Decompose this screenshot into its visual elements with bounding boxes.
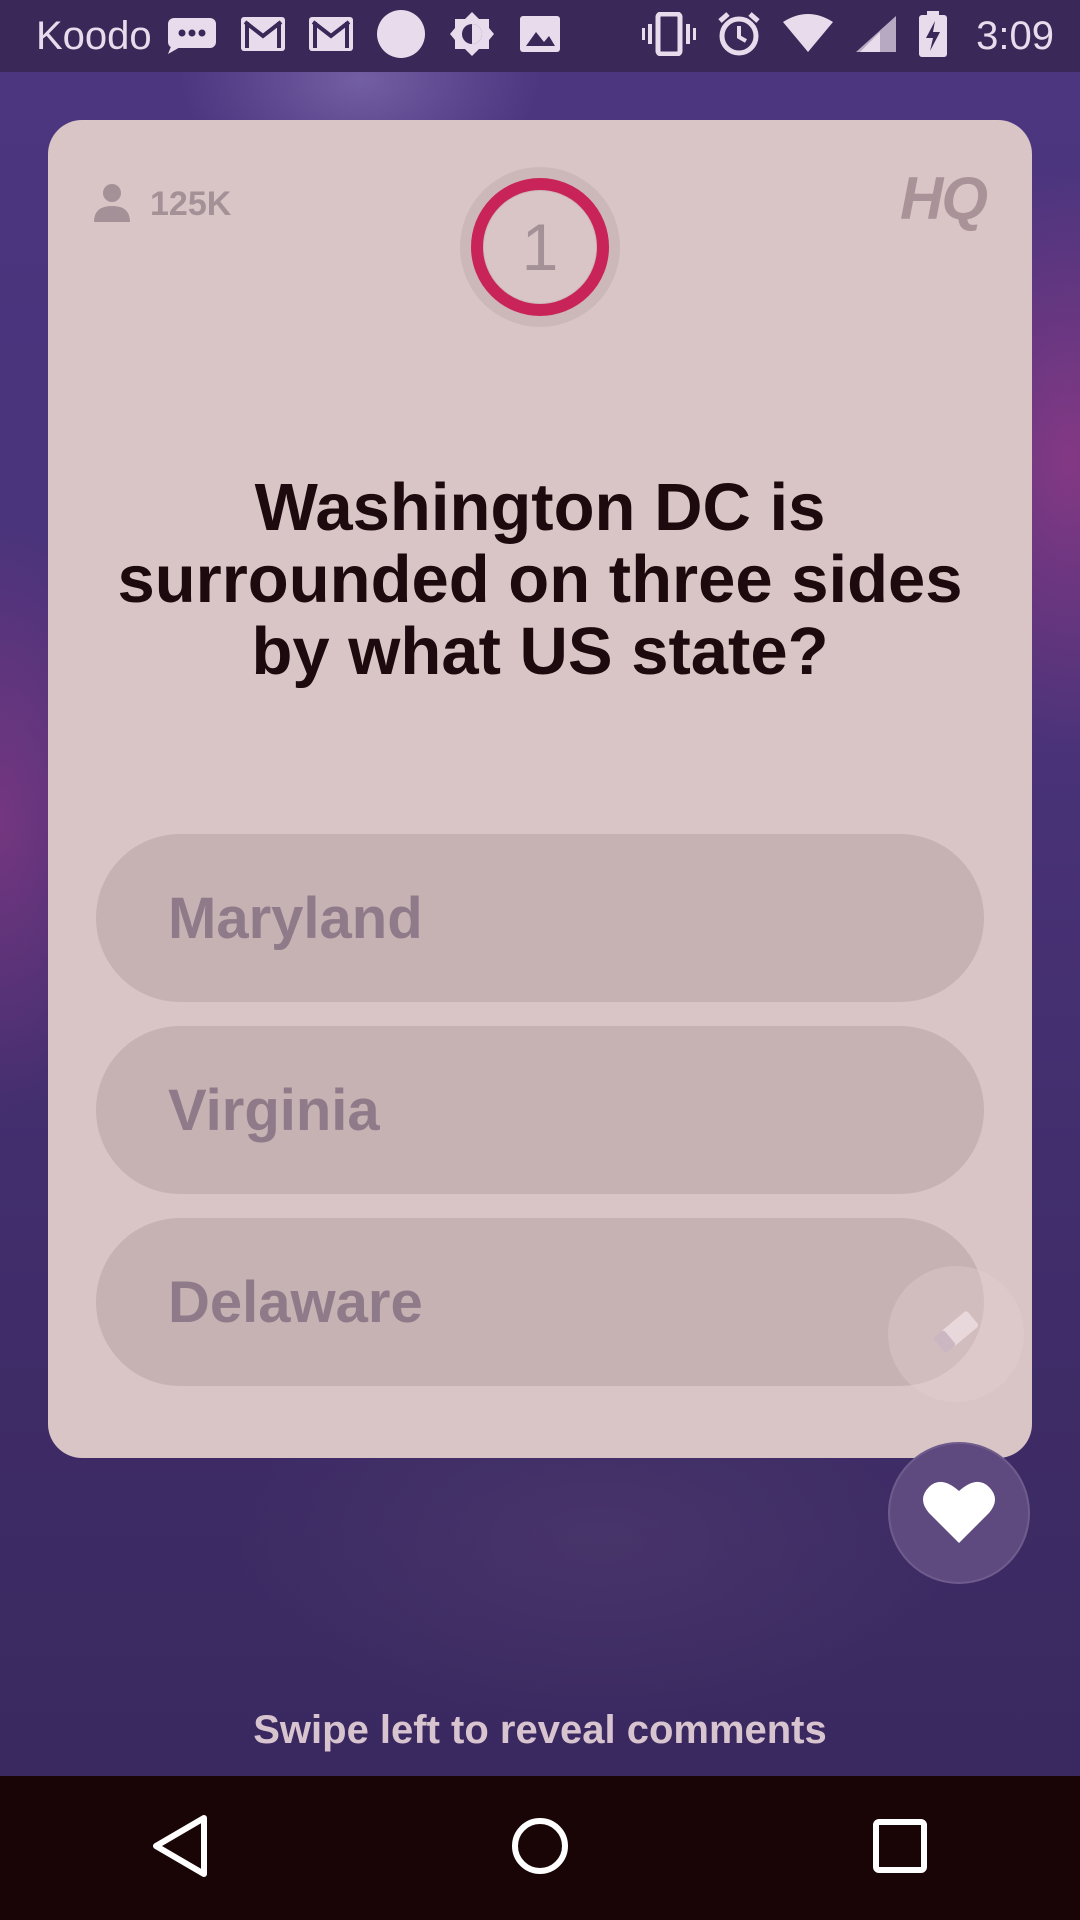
vibrate-icon (642, 11, 697, 61)
battery-charging-icon (918, 10, 948, 62)
hq-logo: HQ (900, 165, 988, 232)
system-icons: 3:09 (642, 10, 1054, 62)
player-count: 125K (92, 182, 231, 227)
clock: 3:09 (976, 13, 1054, 58)
notification-icons (166, 9, 562, 64)
home-button[interactable] (480, 1788, 600, 1908)
swipe-hint: Swipe left to reveal comments (253, 1708, 827, 1752)
signal-icon (854, 14, 898, 59)
answer-option-2[interactable]: Virginia (96, 1026, 984, 1194)
back-button[interactable] (120, 1788, 240, 1908)
heart-button[interactable] (888, 1442, 1030, 1584)
status-bar: Koodo 3:09 (0, 0, 1080, 72)
back-icon (150, 1814, 210, 1883)
answer-option-1[interactable]: Maryland (96, 834, 984, 1002)
answer-label: Delaware (168, 1269, 423, 1335)
question-timer: 1 (459, 166, 621, 328)
wifi-icon (782, 13, 834, 59)
chat-bubble-icon (166, 14, 218, 59)
answer-label: Maryland (168, 885, 423, 951)
gmail-icon (308, 16, 354, 57)
image-icon (518, 14, 562, 59)
question-text: Washington DC is surrounded on three sid… (117, 470, 963, 689)
navigation-bar (0, 1776, 1080, 1920)
brightness-icon (448, 10, 496, 63)
heart-icon (921, 1477, 997, 1550)
alarm-icon (716, 11, 762, 62)
eraser-button[interactable] (888, 1266, 1024, 1402)
player-count-value: 125K (150, 185, 232, 223)
gmail-icon (240, 16, 286, 57)
question-card: 125K 1 HQ Washington DC is surrounded on… (48, 120, 1032, 1458)
home-icon (510, 1816, 570, 1881)
eraser-icon (926, 1302, 986, 1367)
carrier-name: Koodo (36, 13, 152, 58)
recents-button[interactable] (840, 1788, 960, 1908)
recents-icon (872, 1818, 928, 1879)
circle-icon (376, 9, 426, 64)
answer-option-3[interactable]: Delaware (96, 1218, 984, 1386)
person-icon (92, 182, 132, 227)
answer-label: Virginia (168, 1077, 380, 1143)
question-number: 1 (521, 210, 559, 284)
